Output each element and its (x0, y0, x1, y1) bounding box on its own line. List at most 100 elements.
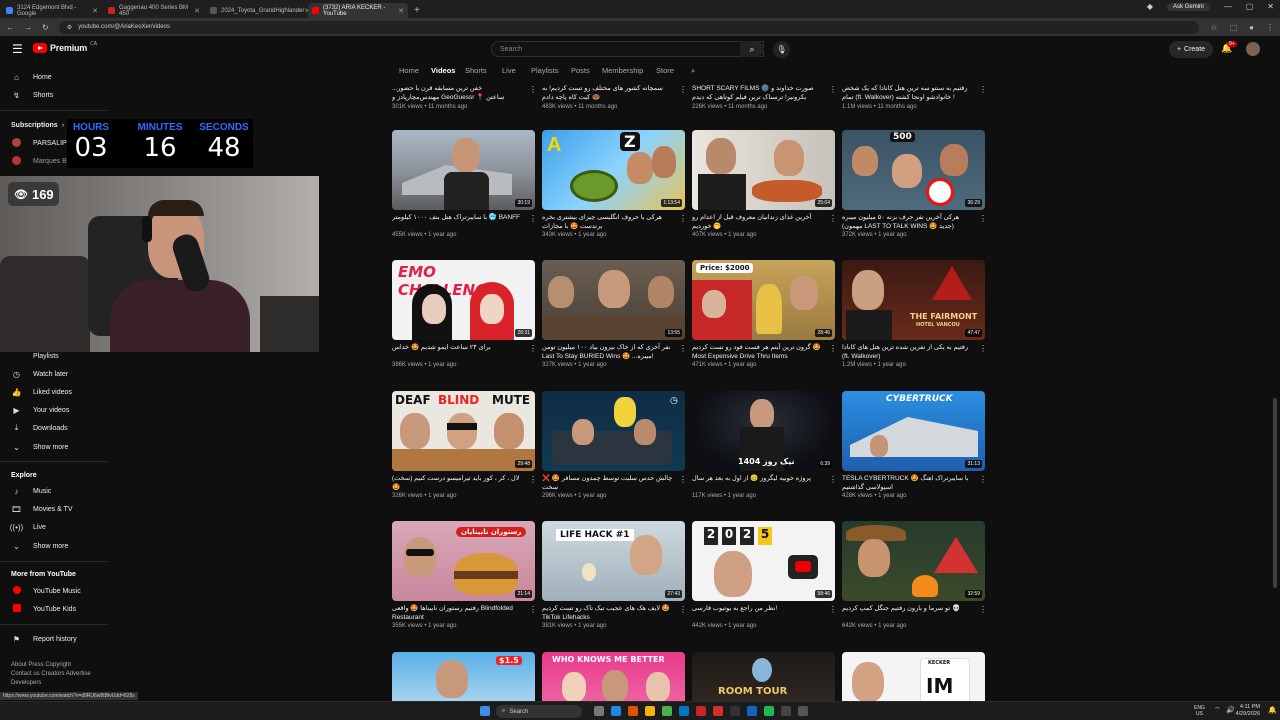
tab-videos[interactable]: Videos (431, 66, 455, 75)
search-input[interactable]: Search (491, 41, 764, 57)
video-thumbnail[interactable]: رستوران نابینایان 21:14 (392, 521, 535, 601)
voice-search-button[interactable]: 🎙 (773, 41, 790, 58)
more-options-icon[interactable]: ⋮ (529, 85, 537, 94)
video-title[interactable]: سمچانه کشور های مختلف رو تست کردیم! به ک… (542, 84, 674, 102)
more-options-icon[interactable]: ⋮ (679, 344, 687, 353)
windows-start-icon[interactable] (480, 706, 490, 716)
more-options-icon[interactable]: ⋮ (829, 344, 837, 353)
app-icon[interactable] (611, 706, 621, 716)
video-title[interactable]: هرکی آخرین نفر حرف بزنه ۵۰ میلیون میبره … (842, 213, 974, 231)
more-options-icon[interactable]: ⋮ (679, 475, 687, 484)
ask-gemini-button[interactable]: Ask Gemini (1167, 2, 1210, 11)
video-title[interactable]: ...خفن ترین مسابقه قرن با حضور مهندس‌مچا… (392, 84, 524, 102)
gmail-icon[interactable] (713, 706, 723, 716)
edge-icon[interactable] (679, 706, 689, 716)
site-info-icon[interactable]: ⚙ (67, 24, 72, 31)
video-title[interactable]: آخرین غذای زندانیان معروف قبل از اعدام ر… (692, 213, 824, 231)
wifi-icon[interactable]: ⌔ (1214, 706, 1221, 715)
system-clock[interactable]: 4:11 PM 4/29/2026 (1236, 704, 1260, 718)
video-thumbnail[interactable]: WHO KNOWS ME BETTER (542, 652, 685, 701)
extensions-icon[interactable]: ⬚ (1230, 23, 1238, 32)
menu-dots-icon[interactable]: ⋮ (1266, 23, 1274, 32)
video-thumbnail[interactable]: 13:55 (542, 260, 685, 340)
more-options-icon[interactable]: ⋮ (979, 85, 987, 94)
more-options-icon[interactable]: ⋮ (979, 605, 987, 614)
more-options-icon[interactable]: ⋮ (529, 605, 537, 614)
sidebar-item-movies[interactable]: 🎞 Movies & TV (0, 501, 108, 517)
sidebar-item-youtube-music[interactable]: YouTube Music (0, 583, 108, 599)
star-icon[interactable]: ☆ (1210, 23, 1217, 32)
browser-tab[interactable]: 2024_Toyota_GrandHighlander✕ (206, 3, 310, 18)
more-options-icon[interactable]: ⋮ (979, 475, 987, 484)
video-thumbnail[interactable]: THE FAIRMONT HOTEL VANCOU 47:47 (842, 260, 985, 340)
video-thumbnail[interactable]: 25:04 (692, 130, 835, 210)
tab-posts[interactable]: Posts (571, 66, 590, 75)
video-title[interactable]: نظر من راجع به یوتیوب فارسی! (692, 604, 824, 613)
more-options-icon[interactable]: ⋮ (529, 475, 537, 484)
chrome-icon[interactable] (662, 706, 672, 716)
tab-store[interactable]: Store (656, 66, 674, 75)
tab-membership[interactable]: Membership (602, 66, 643, 75)
reload-icon[interactable]: ↻ (42, 23, 49, 32)
video-title[interactable]: پروژه خوبیه لیگروز 😊 از اول به بعد هر سا… (692, 474, 824, 483)
extension-icon[interactable]: ◆ (1147, 2, 1153, 11)
video-title[interactable]: با سایبرتراک هتل بنف ۱۰۰۰ کیلومتر 🥶 BANF… (392, 213, 524, 222)
video-card[interactable]: ROOM TOUR (692, 652, 835, 701)
video-title[interactable]: لال ، کر ، کور باید تیرامیسو درست کنیم (… (392, 474, 524, 492)
profile-icon[interactable]: ● (1249, 23, 1254, 32)
tab-home[interactable]: Home (399, 66, 419, 75)
more-options-icon[interactable]: ⋮ (679, 85, 687, 94)
video-thumbnail[interactable]: DEAF BLIND MUTE 29:48 (392, 391, 535, 471)
sidebar-item-music[interactable]: ♪ Music (0, 483, 108, 499)
close-icon[interactable]: ✕ (398, 7, 404, 15)
video-thumbnail[interactable]: A Z 1:13:54 (542, 130, 685, 210)
sidebar-item-shorts[interactable]: ↯ Shorts (0, 87, 108, 103)
footer-links[interactable]: About Press Copyright (11, 661, 91, 670)
video-thumbnail[interactable]: 500 36:29 (842, 130, 985, 210)
spotify-icon[interactable] (764, 706, 774, 716)
app-icon[interactable] (730, 706, 740, 716)
create-button[interactable]: + Create (1169, 41, 1213, 58)
more-options-icon[interactable]: ⋮ (979, 214, 987, 223)
sidebar-item-liked-videos[interactable]: 👍 Liked videos (0, 384, 108, 400)
close-icon[interactable]: ✕ (194, 7, 200, 15)
browser-tab[interactable]: 3124 Edgemont Blvd - Google ✕ (2, 3, 102, 18)
video-card[interactable]: KECKER IM (842, 652, 985, 701)
tab-playlists[interactable]: Playlists (531, 66, 559, 75)
video-thumbnail[interactable]: 30:19 (392, 130, 535, 210)
sidebar-item-report-history[interactable]: ⚑ Report history (0, 631, 108, 647)
video-thumbnail[interactable]: ◷ (542, 391, 685, 471)
video-title[interactable]: TESLA CYBERTRUCK با سایبرتراک اهنگ 🤩 اسپ… (842, 474, 974, 492)
hamburger-menu-icon[interactable]: ☰ (12, 42, 23, 56)
video-title[interactable]: لایف هک های عجیب تیک تاک رو تست کردیم 🤩 … (542, 604, 674, 622)
youtube-premium-logo[interactable]: Premium CA (33, 41, 97, 53)
sidebar-item-youtube-kids[interactable]: YouTube Kids (0, 601, 108, 617)
more-options-icon[interactable]: ⋮ (829, 85, 837, 94)
app-icon[interactable] (628, 706, 638, 716)
video-thumbnail[interactable]: LIFE HACK #1 27:43 (542, 521, 685, 601)
app-icon[interactable] (798, 706, 808, 716)
sidebar-item-show-more[interactable]: ⌄ Show more (0, 439, 108, 455)
video-title[interactable]: هرکی با حروف انگلیسی چیزای بیشتری بخره ب… (542, 213, 674, 231)
video-thumbnail[interactable]: Price: $2000 28:46 (692, 260, 835, 340)
sidebar-item-home[interactable]: ⌂ Home (0, 69, 108, 85)
video-title[interactable]: رفتیم به یکی از نفرین شده ترین هتل های ک… (842, 343, 974, 361)
file-explorer-icon[interactable] (645, 706, 655, 716)
video-thumbnail[interactable]: 2 0 2 5 58:46 (692, 521, 835, 601)
video-thumbnail[interactable]: CYBERTRUCK 31:13 (842, 391, 985, 471)
notification-icon[interactable]: 🔔 (1268, 706, 1277, 714)
taskbar-search[interactable]: ⌕ Search (496, 705, 582, 718)
video-thumbnail[interactable]: KECKER IM (842, 652, 985, 701)
video-title[interactable]: رفتیم رستوران نابیناها 🤩 واقعی Blindfold… (392, 604, 524, 622)
more-options-icon[interactable]: ⋮ (679, 605, 687, 614)
maximize-icon[interactable]: ▢ (1246, 2, 1254, 11)
tab-live[interactable]: Live (502, 66, 516, 75)
browser-tab[interactable]: Gaggenau 400 Series BM 450 ✕ (104, 3, 204, 18)
minimize-icon[interactable]: — (1224, 2, 1232, 11)
video-title[interactable]: SHORT SCARY FILMS 🌚 صورت خداوند و بکرونی… (692, 84, 824, 102)
tab-shorts[interactable]: Shorts (465, 66, 487, 75)
watch-later-icon[interactable]: ◷ (670, 395, 678, 406)
video-thumbnail[interactable]: 32:59 (842, 521, 985, 601)
video-thumbnail[interactable]: $1.5 (392, 652, 535, 701)
browser-tab-active[interactable]: (3732) ARIA KECKER - YouTube ✕ (308, 3, 408, 18)
